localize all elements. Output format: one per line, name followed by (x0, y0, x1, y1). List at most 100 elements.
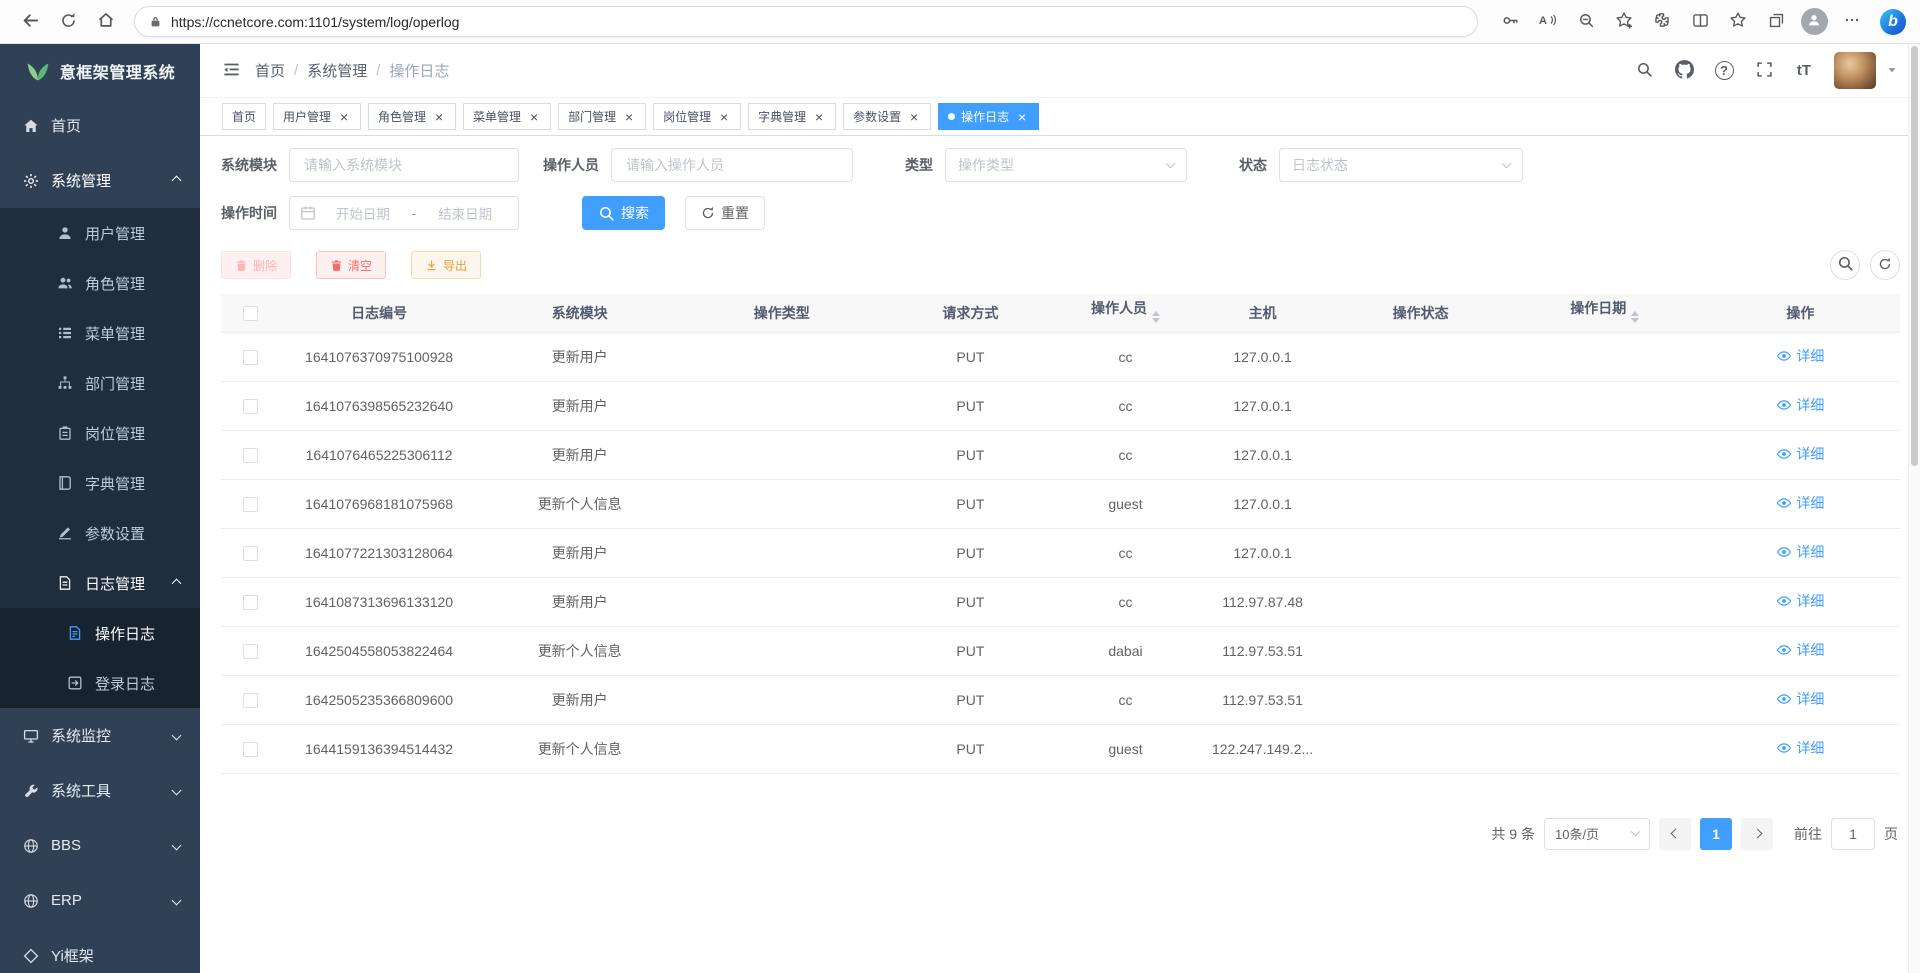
row-checkbox[interactable] (243, 742, 258, 757)
detail-link[interactable]: 详细 (1776, 395, 1824, 415)
row-checkbox[interactable] (243, 644, 258, 659)
browser-refresh-button[interactable] (50, 5, 86, 39)
goto-page-input[interactable] (1831, 818, 1875, 850)
sidebar-item-operlog[interactable]: 操作日志 (0, 608, 200, 658)
sidebar-item-post[interactable]: 岗位管理 (0, 408, 200, 458)
row-checkbox[interactable] (243, 399, 258, 414)
sidebar-item-system[interactable]: 系统管理 (0, 153, 200, 208)
password-key-button[interactable] (1492, 5, 1528, 39)
date-range-picker[interactable]: 开始日期 - 结束日期 (289, 196, 519, 230)
breadcrumb-item-home[interactable]: 首页 (255, 60, 285, 81)
tab-close-icon[interactable]: × (1015, 110, 1029, 124)
row-checkbox[interactable] (243, 546, 258, 561)
read-aloud-button[interactable]: A (1530, 5, 1566, 39)
address-bar[interactable]: https://ccnetcore.com:1101/system/log/op… (134, 6, 1478, 37)
sidebar-item-user[interactable]: 用户管理 (0, 208, 200, 258)
sidebar-item-tools[interactable]: 系统工具 (0, 763, 200, 818)
clear-button[interactable]: 清空 (316, 251, 386, 279)
prev-page-button[interactable] (1659, 818, 1691, 850)
breadcrumb-item-system[interactable]: 系统管理 (307, 60, 367, 81)
row-checkbox[interactable] (243, 350, 258, 365)
sort-icon[interactable] (1631, 307, 1639, 327)
sidebar-item-dept[interactable]: 部门管理 (0, 358, 200, 408)
font-size-button[interactable]: tT (1788, 54, 1820, 88)
add-favorite-button[interactable] (1606, 5, 1642, 39)
type-select[interactable]: 操作类型 (945, 148, 1187, 182)
next-page-button[interactable] (1741, 818, 1773, 850)
detail-link[interactable]: 详细 (1776, 542, 1824, 562)
refresh-table-button[interactable] (1870, 250, 1900, 280)
page-size-select[interactable]: 10条/页 (1544, 818, 1650, 850)
github-button[interactable] (1668, 54, 1700, 88)
sidebar-item-param[interactable]: 参数设置 (0, 508, 200, 558)
browser-menu-button[interactable] (1834, 5, 1870, 39)
toggle-search-button[interactable] (1830, 250, 1860, 280)
export-button[interactable]: 导出 (411, 251, 481, 279)
favorites-button[interactable] (1720, 5, 1756, 39)
sidebar-item-loginlog[interactable]: 登录日志 (0, 658, 200, 708)
sort-icon[interactable] (1152, 307, 1160, 327)
sidebar-item-role[interactable]: 角色管理 (0, 258, 200, 308)
tab-item-3[interactable]: 菜单管理× (463, 103, 551, 130)
sidebar-item-dict[interactable]: 字典管理 (0, 458, 200, 508)
tab-item-1[interactable]: 用户管理× (273, 103, 361, 130)
row-checkbox[interactable] (243, 448, 258, 463)
tab-close-icon[interactable]: × (432, 110, 446, 124)
select-all-checkbox[interactable] (243, 306, 258, 321)
tab-item-6[interactable]: 字典管理× (748, 103, 836, 130)
tab-close-icon[interactable]: × (907, 110, 921, 124)
row-checkbox[interactable] (243, 595, 258, 610)
sidebar-item-home[interactable]: 首页 (0, 98, 200, 153)
column-header-date[interactable]: 操作日期 (1509, 294, 1701, 332)
tab-item-4[interactable]: 部门管理× (558, 103, 646, 130)
detail-link[interactable]: 详细 (1776, 346, 1824, 366)
tab-close-icon[interactable]: × (337, 110, 351, 124)
row-checkbox[interactable] (243, 693, 258, 708)
user-avatar[interactable] (1834, 52, 1876, 89)
tab-item-7[interactable]: 参数设置× (843, 103, 931, 130)
detail-link[interactable]: 详细 (1776, 493, 1824, 513)
detail-link[interactable]: 详细 (1776, 591, 1824, 611)
help-button[interactable]: ? (1708, 54, 1740, 88)
tab-item-8[interactable]: 操作日志× (938, 103, 1039, 130)
sidebar-item-monitor[interactable]: 系统监控 (0, 708, 200, 763)
detail-link[interactable]: 详细 (1776, 738, 1824, 758)
detail-link[interactable]: 详细 (1776, 640, 1824, 660)
row-checkbox[interactable] (243, 497, 258, 512)
chevron-down-icon[interactable] (1886, 63, 1898, 79)
browser-back-button[interactable] (12, 5, 48, 39)
status-select[interactable]: 日志状态 (1279, 148, 1523, 182)
zoom-button[interactable] (1568, 5, 1604, 39)
detail-link[interactable]: 详细 (1776, 444, 1824, 464)
operator-input[interactable] (611, 148, 853, 182)
module-input[interactable] (289, 148, 519, 182)
column-header-operator[interactable]: 操作人员 (1058, 294, 1192, 332)
tab-close-icon[interactable]: × (622, 110, 636, 124)
bing-chat-button[interactable]: b (1872, 5, 1908, 39)
split-screen-button[interactable] (1682, 5, 1718, 39)
scrollbar[interactable] (1908, 44, 1920, 973)
fullscreen-button[interactable] (1748, 54, 1780, 88)
reset-button[interactable]: 重置 (685, 196, 765, 230)
collections-button[interactable] (1758, 5, 1794, 39)
delete-button[interactable]: 删除 (221, 251, 291, 279)
extensions-button[interactable] (1644, 5, 1680, 39)
tab-item-0[interactable]: 首页 (222, 103, 266, 130)
tab-close-icon[interactable]: × (717, 110, 731, 124)
browser-profile-button[interactable] (1796, 5, 1832, 39)
tab-item-2[interactable]: 角色管理× (368, 103, 456, 130)
scrollbar-thumb[interactable] (1911, 46, 1918, 466)
tab-close-icon[interactable]: × (812, 110, 826, 124)
detail-link[interactable]: 详细 (1776, 689, 1824, 709)
tab-item-5[interactable]: 岗位管理× (653, 103, 741, 130)
sidebar-item-bbs[interactable]: BBS (0, 818, 200, 873)
browser-home-button[interactable] (88, 5, 124, 39)
sidebar-item-yi[interactable]: Yi框架 (0, 928, 200, 973)
page-number-button[interactable]: 1 (1700, 818, 1732, 850)
header-search-button[interactable] (1628, 54, 1660, 88)
sidebar-item-erp[interactable]: ERP (0, 873, 200, 928)
tab-close-icon[interactable]: × (527, 110, 541, 124)
sidebar-item-menu[interactable]: 菜单管理 (0, 308, 200, 358)
sidebar-item-log[interactable]: 日志管理 (0, 558, 200, 608)
search-button[interactable]: 搜索 (582, 196, 665, 230)
